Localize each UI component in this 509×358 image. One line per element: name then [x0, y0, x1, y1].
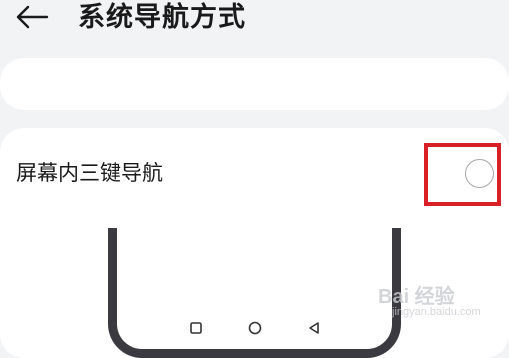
- three-key-navigation-radio[interactable]: [465, 159, 494, 188]
- triangle-back-icon: [304, 318, 324, 338]
- circle-home-icon: [245, 318, 265, 338]
- phone-preview: [108, 228, 401, 358]
- arrow-left-icon: [16, 5, 49, 29]
- back-button[interactable]: [12, 2, 52, 32]
- page-title: 系统导航方式: [78, 2, 246, 33]
- option-label-three-key-navigation[interactable]: 屏幕内三键导航: [16, 158, 163, 188]
- watermark-url: jingyan.baidu.com: [392, 306, 481, 318]
- top-card: [0, 58, 509, 110]
- watermark-logo: Bai 经验: [378, 286, 455, 308]
- header: 系统导航方式: [0, 0, 509, 40]
- square-recent-icon: [186, 318, 206, 338]
